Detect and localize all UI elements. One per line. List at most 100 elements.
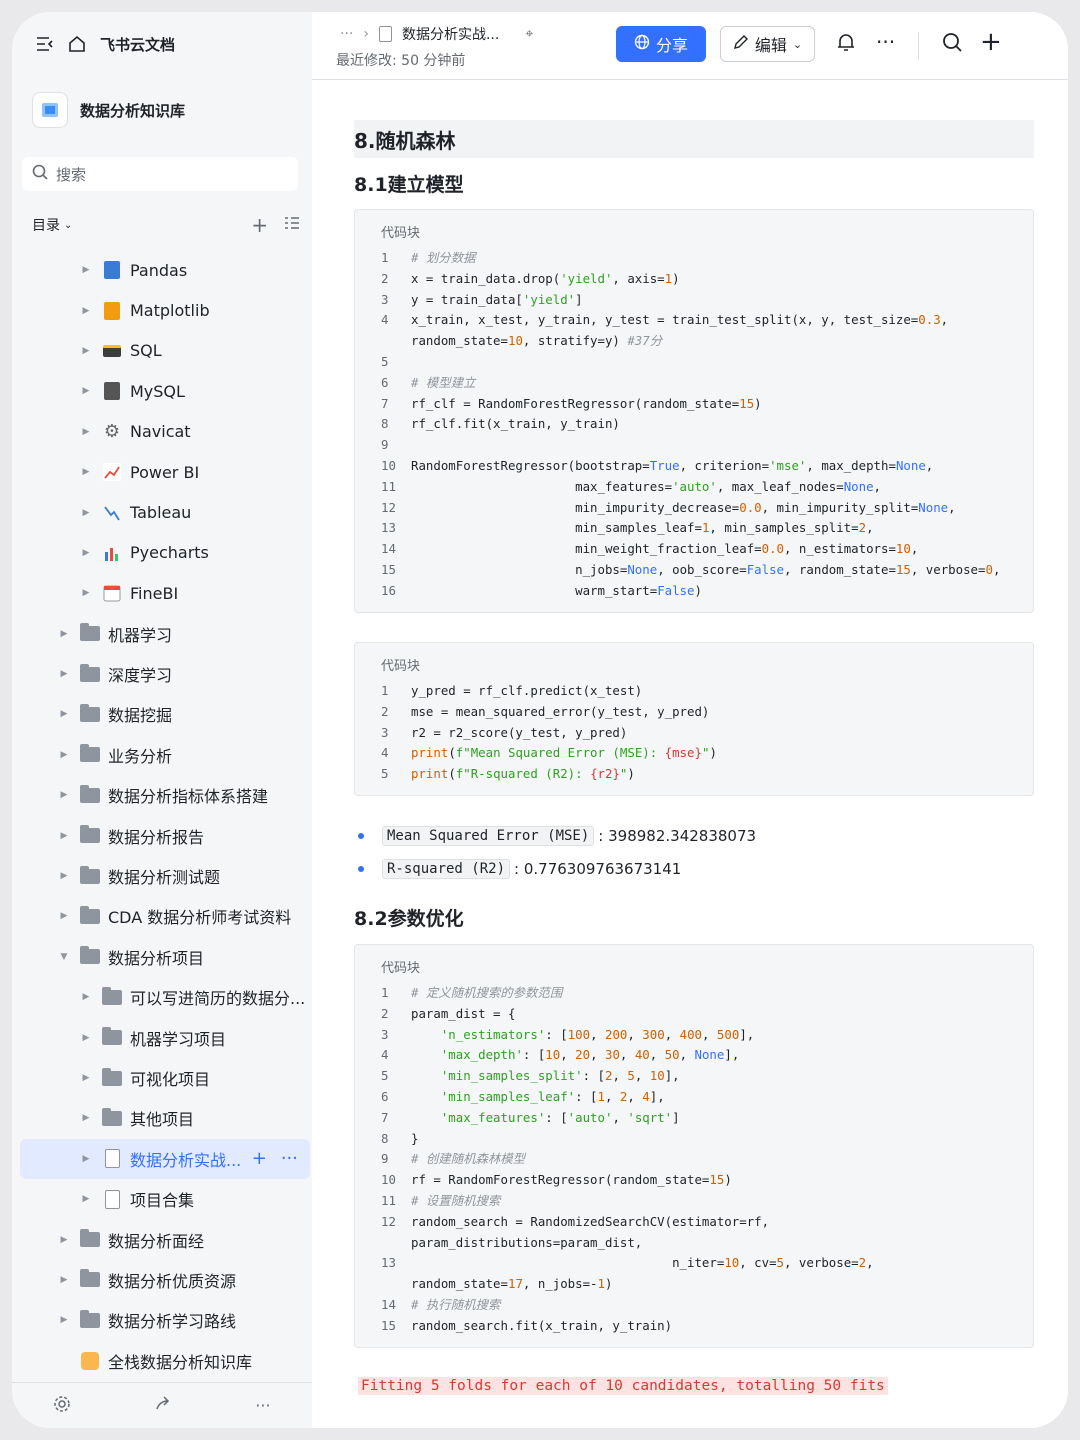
caret-right-icon[interactable]: ▶ xyxy=(58,1315,70,1325)
edit-button[interactable]: 编辑 ⌄ xyxy=(720,26,815,62)
sidebar-item[interactable]: ▶ 可视化项目 xyxy=(20,1058,312,1098)
caret-right-icon[interactable]: ▶ xyxy=(80,1194,92,1204)
sidebar-item[interactable]: ▶ FineBI xyxy=(20,573,312,613)
sidebar-item[interactable]: ▶ 深度学习 xyxy=(20,654,312,694)
caret-right-icon[interactable]: ▶ xyxy=(80,1033,92,1043)
code-line: random_state=17, n_jobs=-1) xyxy=(355,1274,1033,1295)
sidebar-item[interactable]: ▶ Pyecharts xyxy=(20,533,312,573)
caret-right-icon[interactable]: ▶ xyxy=(80,386,92,396)
sidebar-item-label: 数据分析测试题 xyxy=(108,868,221,888)
code-block-2[interactable]: 代码块 1 y_pred = rf_clf.predict(x_test) 2 mse… xyxy=(354,642,1034,796)
code-block-1[interactable]: 代码块 1 # 划分数据 2 x = train_data.drop('yield',… xyxy=(354,209,1034,613)
sidebar-item[interactable]: ▶ ⚙ Navicat xyxy=(20,412,312,452)
code-block-3[interactable]: 代码块 1 # 定义随机搜索的参数范围 2 param_dist = {3 'n_es… xyxy=(354,944,1034,1348)
caret-right-icon[interactable]: ▶ xyxy=(58,871,70,881)
sidebar-item[interactable]: 全栈数据分析知识库 xyxy=(20,1341,312,1381)
caret-right-icon[interactable]: ▶ xyxy=(58,750,70,760)
pin-icon[interactable]: ⌖ xyxy=(525,26,533,42)
sidebar-item[interactable]: ▶ 可以写进简历的数据分... xyxy=(20,977,312,1017)
calendar-icon xyxy=(102,583,122,603)
sidebar-item[interactable]: ▶ Power BI xyxy=(20,452,312,492)
share-out-icon[interactable] xyxy=(154,1395,172,1417)
caret-right-icon[interactable]: ▶ xyxy=(58,669,70,679)
caret-right-icon[interactable]: ▶ xyxy=(58,1275,70,1285)
caret-right-icon[interactable]: ▶ xyxy=(80,548,92,558)
code-text: } xyxy=(411,1130,419,1146)
caret-right-icon[interactable]: ▶ xyxy=(80,467,92,477)
chevron-down-icon[interactable]: ⌄ xyxy=(64,220,72,231)
sidebar-item[interactable]: ▶ 项目合集 xyxy=(20,1179,312,1219)
caret-right-icon[interactable]: ▶ xyxy=(80,306,92,316)
caret-down-icon[interactable]: ▼ xyxy=(58,952,70,962)
doc-title[interactable]: 数据分析实战... xyxy=(402,24,499,44)
sidebar-item[interactable]: ▶ 其他项目 xyxy=(20,1098,312,1138)
app-name[interactable]: 飞书云文档 xyxy=(100,34,175,55)
more-icon[interactable]: ··· xyxy=(876,30,895,54)
sidebar-item[interactable]: ▶ 数据分析测试题 xyxy=(20,856,312,896)
sidebar-item[interactable]: ▶ Tableau xyxy=(20,492,312,532)
inline-code: Mean Squared Error (MSE) xyxy=(382,826,595,846)
caret-right-icon[interactable]: ▶ xyxy=(80,346,92,356)
gear-icon: ⚙ xyxy=(103,421,121,443)
sidebar-item[interactable]: ▶ 数据分析面经 xyxy=(20,1219,312,1259)
caret-right-icon[interactable]: ▶ xyxy=(80,427,92,437)
sidebar-item[interactable]: ▶ CDA 数据分析师考试资料 xyxy=(20,896,312,936)
sidebar-item[interactable]: ▶ 业务分析 xyxy=(20,735,312,775)
sidebar-item[interactable]: ▶ MySQL xyxy=(20,371,312,411)
caret-right-icon[interactable]: ▶ xyxy=(80,265,92,275)
settings-icon[interactable] xyxy=(53,1395,71,1417)
caret-right-icon[interactable]: ▶ xyxy=(80,992,92,1002)
folder-icon xyxy=(80,703,100,724)
more-icon[interactable]: ··· xyxy=(281,1148,298,1169)
sidebar-item[interactable]: ▶ 数据分析优质资源 xyxy=(20,1260,312,1300)
caret-right-icon[interactable]: ▶ xyxy=(58,1235,70,1245)
caret-right-icon[interactable]: ▶ xyxy=(80,1073,92,1083)
sidebar-item[interactable]: ▶ 数据分析实战... + ··· xyxy=(20,1138,310,1179)
sidebar-item[interactable]: ▼ 数据分析项目 xyxy=(20,937,312,977)
toc-label[interactable]: 目录 xyxy=(32,215,60,235)
sidebar-item[interactable]: ▶ 数据分析指标体系搭建 xyxy=(20,775,312,815)
code-text: random_state=17, n_jobs=-1) xyxy=(411,1276,613,1292)
list-item: Mean Squared Error (MSE) : 398982.342838… xyxy=(354,826,756,846)
caret-right-icon[interactable]: ▶ xyxy=(80,508,92,518)
sidebar-item[interactable]: ▶ 数据分析学习路线 xyxy=(20,1300,312,1340)
breadcrumb-more[interactable]: ··· xyxy=(340,26,353,42)
folder-icon xyxy=(102,1107,122,1128)
caret-right-icon[interactable]: ▶ xyxy=(58,790,70,800)
more-icon[interactable]: ··· xyxy=(255,1396,270,1415)
caret-right-icon[interactable]: ▶ xyxy=(58,831,70,841)
caret-right-icon[interactable]: ▶ xyxy=(58,911,70,921)
caret-right-icon[interactable]: ▶ xyxy=(80,588,92,598)
heading-1: 8.随机森林 xyxy=(354,120,1034,158)
add-icon[interactable]: + xyxy=(251,213,268,237)
outline-icon[interactable] xyxy=(284,216,300,234)
add-icon[interactable]: + xyxy=(980,27,1002,57)
knowledge-base-title[interactable]: 数据分析知识库 xyxy=(32,92,185,128)
sidebar-item[interactable]: ▶ SQL xyxy=(20,331,312,371)
search-input[interactable]: 搜索 xyxy=(22,157,298,191)
sidebar-item[interactable]: ▶ 数据挖掘 xyxy=(20,694,312,734)
sidebar-item[interactable]: ▶ Pandas xyxy=(20,250,312,290)
doc-icon xyxy=(102,1189,122,1209)
sidebar-item-label: 可视化项目 xyxy=(130,1070,211,1089)
sidebar-item[interactable]: ▶ 机器学习项目 xyxy=(20,1017,312,1057)
caret-right-icon[interactable]: ▶ xyxy=(58,709,70,719)
home-icon[interactable] xyxy=(68,35,86,53)
collapse-sidebar-icon[interactable] xyxy=(36,36,54,52)
sidebar-item-label: Pandas xyxy=(130,260,188,280)
search-placeholder: 搜索 xyxy=(56,165,87,184)
add-icon[interactable]: + xyxy=(252,1148,267,1169)
bell-icon[interactable] xyxy=(836,32,856,57)
code-line: 14 # 执行随机搜索 xyxy=(355,1295,1033,1316)
sidebar-item[interactable]: ▶ Matplotlib xyxy=(20,290,312,330)
search-icon[interactable] xyxy=(942,32,962,57)
folder-icon xyxy=(102,1027,122,1048)
caret-right-icon[interactable]: ▶ xyxy=(58,629,70,639)
caret-right-icon[interactable]: ▶ xyxy=(80,1113,92,1123)
sidebar-item[interactable]: ▶ 数据分析报告 xyxy=(20,815,312,855)
kb-icon xyxy=(80,1351,100,1371)
share-button[interactable]: 分享 xyxy=(616,26,706,62)
code-text: 'n_estimators': [100, 200, 300, 400, 500… xyxy=(440,1026,755,1042)
sidebar-item[interactable]: ▶ 机器学习 xyxy=(20,614,312,654)
caret-right-icon[interactable]: ▶ xyxy=(80,1154,92,1164)
